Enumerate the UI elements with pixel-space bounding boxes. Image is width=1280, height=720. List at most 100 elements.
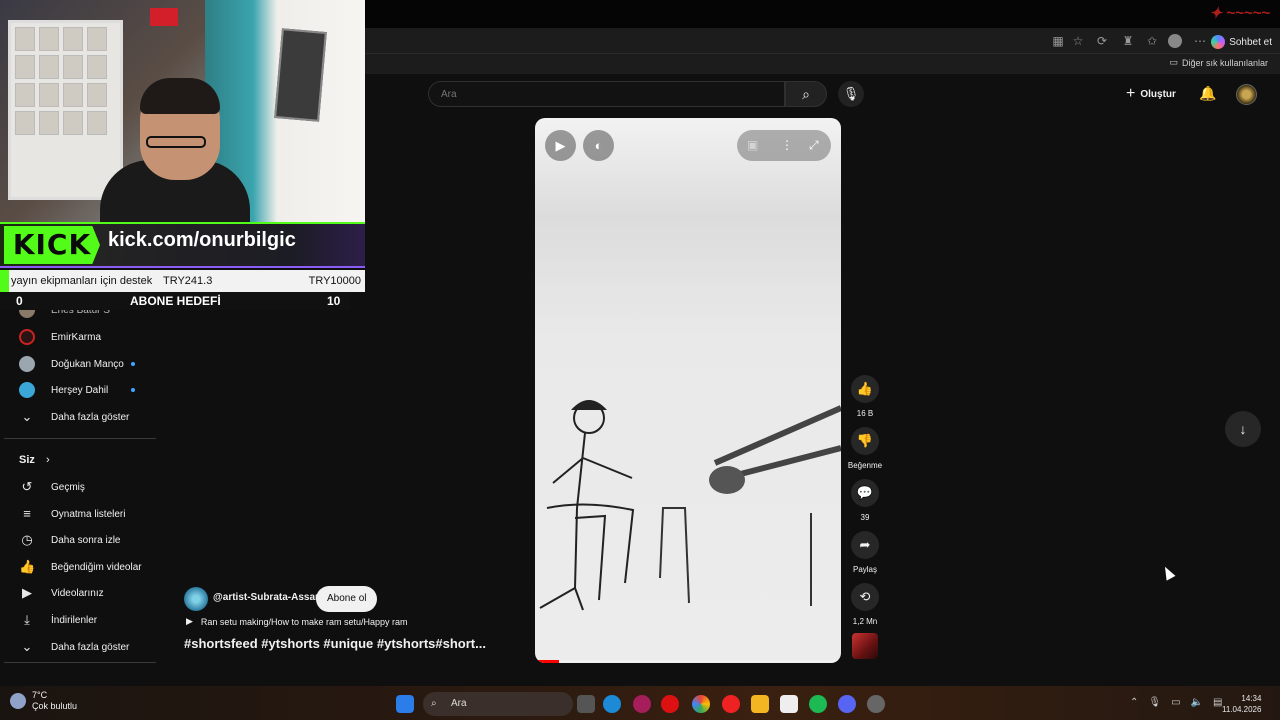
create-button[interactable]: + Oluştur: [1126, 85, 1176, 103]
sidebar-item-label: Videolarınız: [51, 587, 104, 599]
favorites-icon[interactable]: ✩: [1145, 34, 1159, 48]
microphone-icon[interactable]: 🎙: [1148, 697, 1161, 708]
folder-icon: ▭: [1169, 57, 1178, 67]
next-short-button[interactable]: ↓: [1225, 411, 1261, 447]
edge-browser-icon[interactable]: [603, 695, 621, 713]
taskbar-search-label: Ara: [451, 698, 467, 709]
file-explorer-icon[interactable]: [751, 695, 769, 713]
system-tray: ⌃ 🎙 ▭ 🔈 ▤: [1130, 697, 1222, 708]
sidebar-subscription-item[interactable]: Herşey Dahil: [0, 377, 156, 403]
channel-avatar: [19, 356, 35, 372]
sidebar-item-your-videos[interactable]: ▶ Videolarınız: [0, 580, 156, 606]
channel-avatar[interactable]: [184, 587, 208, 611]
dislike-button[interactable]: 👎 Beğenme: [848, 427, 882, 470]
chevron-up-icon[interactable]: ⌃: [1130, 697, 1138, 708]
taskbar-clock[interactable]: 14:34 11.04.2026: [1222, 693, 1261, 715]
favorite-star-icon[interactable]: ☆: [1071, 34, 1085, 48]
playlists-icon: ≡: [23, 506, 31, 521]
share-icon: ➦: [851, 531, 879, 559]
sound-link[interactable]: ▶ Ran setu making/How to make ram setu/H…: [186, 616, 408, 627]
yandex-icon[interactable]: [722, 695, 740, 713]
subscribe-button[interactable]: Abone ol: [316, 586, 378, 612]
webcam-overlay: [0, 0, 365, 222]
display-icon[interactable]: ▭: [1171, 697, 1180, 708]
short-video-player[interactable]: ▶ ◐ ▣ ⋮ ⤢: [535, 118, 841, 663]
liked-icon: 👍: [19, 559, 36, 574]
sidebar-subscription-item[interactable]: EmirKarma: [0, 324, 156, 350]
share-button[interactable]: ➦ Paylaş: [850, 531, 880, 574]
donation-current: TRY241.3: [163, 275, 213, 287]
browser-toolbar: ▦ ☆ ⟳ ♜ ✩ ⋯ Sohbet et: [365, 28, 1280, 54]
split-screen-icon[interactable]: ▦: [1051, 34, 1065, 48]
spotify-icon[interactable]: [809, 695, 827, 713]
sidebar-item-label: Geçmiş: [51, 481, 85, 493]
discord-icon[interactable]: [838, 695, 856, 713]
comments-button[interactable]: 💬 39: [850, 479, 880, 522]
voice-search-button[interactable]: 🎙: [838, 81, 864, 107]
sidebar-item-label: Oynatma listeleri: [51, 508, 126, 520]
app-icon[interactable]: [633, 695, 651, 713]
flag-image: [150, 8, 178, 26]
kick-logo: KICK: [4, 226, 100, 264]
chrome-icon[interactable]: [692, 695, 710, 713]
you-label: Siz: [19, 454, 35, 466]
show-more-you[interactable]: ⌄ Daha fazla göster: [0, 634, 156, 660]
sidebar-item-liked-videos[interactable]: 👍 Beğendiğim videolar: [0, 554, 156, 580]
sidebar-item-history[interactable]: ↺ Geçmiş: [0, 474, 156, 500]
donation-label: yayın ekipmanları için destek: [11, 275, 153, 287]
opera-icon[interactable]: [661, 695, 679, 713]
sound-thumbnail[interactable]: [852, 633, 878, 659]
thumbs-down-icon: 👎: [851, 427, 879, 455]
like-count: 16 B: [856, 409, 874, 418]
task-view-icon[interactable]: [577, 695, 595, 713]
speaker-icon[interactable]: 🔈: [1191, 697, 1203, 708]
more-options-icon[interactable]: ⋯: [1193, 34, 1207, 48]
search-box[interactable]: [428, 81, 785, 107]
profile-icon[interactable]: [1168, 34, 1182, 48]
weather-widget[interactable]: 7°C Çok bulutlu: [10, 690, 77, 712]
video-frame-drawing: [539, 400, 841, 611]
user-avatar[interactable]: [1236, 84, 1257, 105]
channel-avatar: [19, 329, 35, 345]
remix-count: 1,2 Mn: [852, 617, 878, 626]
app-icon[interactable]: [867, 695, 885, 713]
new-content-dot: [131, 362, 135, 366]
sidebar-item-label: İndirilenler: [51, 614, 98, 626]
sidebar-item-label: Daha sonra izle: [51, 534, 121, 546]
store-icon[interactable]: [780, 695, 798, 713]
sidebar-item-label: Beğendiğim videolar: [51, 561, 142, 573]
like-button[interactable]: 👍 16 B: [850, 375, 880, 418]
other-bookmarks-folder[interactable]: ▭ Diğer sık kullanılanlar: [1169, 57, 1268, 68]
watermark-logo: ✦ ~~~~~: [1209, 5, 1270, 22]
subscriber-goal-bar: 0 ABONE HEDEFİ 10: [0, 292, 350, 310]
you-section-header[interactable]: Siz ›: [19, 454, 50, 466]
sidebar-item-watch-later[interactable]: ◷ Daha sonra izle: [0, 527, 156, 553]
remix-button[interactable]: ⟲ 1,2 Mn: [850, 583, 880, 626]
other-bookmarks-label: Diğer sık kullanılanlar: [1181, 57, 1268, 68]
video-hashtags[interactable]: #shortsfeed #ytshorts #unique #ytshorts#…: [184, 636, 486, 651]
donation-goal-bar: yayın ekipmanları için destek TRY241.3 T…: [0, 270, 365, 292]
windows-start-icon[interactable]: [396, 695, 414, 713]
chevron-right-icon: ›: [45, 454, 50, 466]
search-input[interactable]: [429, 82, 784, 106]
performance-icon[interactable]: ♜: [1121, 34, 1135, 48]
sub-goal-current: 0: [16, 294, 23, 308]
sidebar-item-downloads[interactable]: ⤓ İndirilenler: [0, 607, 156, 633]
sidebar-divider: [4, 662, 156, 663]
your-videos-icon: ▶: [22, 585, 32, 600]
copilot-icon: [1211, 35, 1226, 49]
search-icon: ⌕: [802, 86, 810, 102]
video-progress-fill: [535, 660, 560, 663]
sidebar-item-playlists[interactable]: ≡ Oynatma listeleri: [0, 501, 156, 527]
downloads-icon: ⤓: [24, 612, 30, 627]
sidebar-subscription-item[interactable]: Doğukan Manço: [0, 351, 156, 377]
channel-name[interactable]: @artist-Subrata-Assam: [213, 592, 324, 603]
taskbar-search[interactable]: ⌕ Ara: [423, 692, 573, 716]
show-more-subscriptions[interactable]: ⌄ Daha fazla göster: [0, 404, 156, 430]
copilot-chat-button[interactable]: Sohbet et: [1211, 33, 1272, 51]
extensions-icon[interactable]: ⟳: [1095, 34, 1109, 48]
search-button[interactable]: ⌕: [785, 81, 827, 107]
video-progress-track[interactable]: [535, 660, 841, 663]
notifications-bell-icon[interactable]: 🔔: [1199, 85, 1216, 102]
watch-later-icon: ◷: [21, 532, 33, 547]
